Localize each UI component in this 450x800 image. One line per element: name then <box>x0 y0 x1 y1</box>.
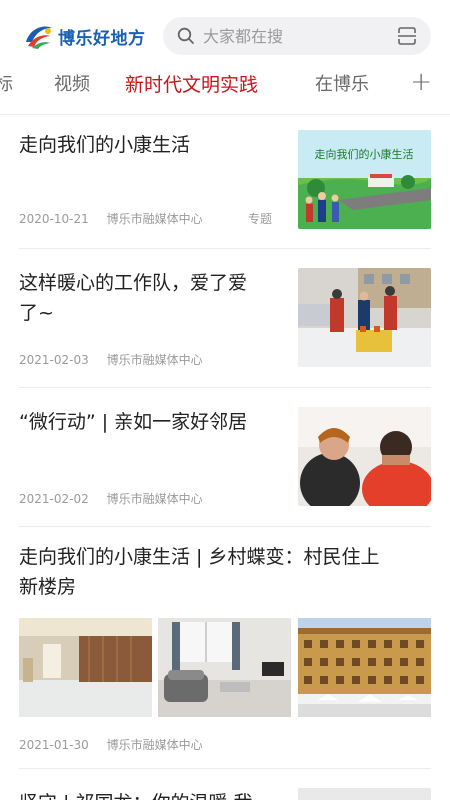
article-thumbnail <box>298 407 431 506</box>
article-image-1 <box>19 618 152 717</box>
scan-icon[interactable] <box>397 26 417 46</box>
article-date: 2021-02-03 <box>19 353 89 367</box>
article-meta: 2020-10-21 博乐市融媒体中心 <box>19 210 217 227</box>
article-meta: 2021-01-30 博乐市融媒体中心 <box>19 736 217 753</box>
article-image-2 <box>158 618 291 717</box>
article-title-line1: 这样暖心的工作队，爱了爱 <box>19 272 248 294</box>
article-source: 博乐市融媒体中心 <box>106 738 203 752</box>
tabs-divider <box>0 114 450 115</box>
article-image-3 <box>298 618 431 717</box>
article-meta: 2021-02-03 博乐市融媒体中心 <box>19 351 217 368</box>
article-thumbnail: 走向我们的小康生活 <box>298 130 431 229</box>
logo-text: 博乐好地方 <box>58 28 146 49</box>
article-meta: 2021-02-02 博乐市融媒体中心 <box>19 490 217 507</box>
add-tab-button[interactable]: + <box>410 67 432 97</box>
tab-partial[interactable]: 标 <box>0 70 13 96</box>
search-input[interactable] <box>203 26 373 46</box>
article-source: 博乐市融媒体中心 <box>106 492 203 506</box>
article-thumbnail <box>298 788 431 800</box>
list-item[interactable]: “微行动” | 亲如一家好邻居 2021-02-02 博乐市融媒体中心 <box>0 389 450 527</box>
tab-video[interactable]: 视频 <box>54 70 90 96</box>
app-header: 博乐好地方 <box>0 0 450 68</box>
article-title-line2: 新楼房 <box>19 576 77 598</box>
tab-in-bole[interactable]: 在博乐 <box>315 70 369 96</box>
list-item[interactable]: 走向我们的小康生活 2020-10-21 博乐市融媒体中心 专题 走向我们的小康… <box>0 116 450 250</box>
article-date: 2021-01-30 <box>19 738 89 752</box>
article-date: 2021-02-02 <box>19 492 89 506</box>
article-source: 博乐市融媒体中心 <box>106 353 203 367</box>
article-title: “微行动” | 亲如一家好邻居 <box>19 411 248 433</box>
search-icon <box>177 27 194 44</box>
list-item[interactable]: 这样暖心的工作队，爱了爱 了~ 2021-02-03 博乐市融媒体中心 <box>0 250 450 388</box>
article-thumbnail <box>298 268 431 367</box>
channel-tabs: 标 视频 新时代文明实践 在博乐 + <box>0 67 450 102</box>
article-title-line1: 走向我们的小康生活 | 乡村蝶变：村民住上 <box>19 546 380 568</box>
thumbnail-caption: 走向我们的小康生活 <box>315 147 414 161</box>
list-item[interactable]: 走向我们的小康生活 | 乡村蝶变：村民住上 新楼房 2021-01-30 博乐市… <box>0 528 450 768</box>
divider <box>19 526 431 527</box>
app-logo[interactable]: 博乐好地方 <box>22 20 146 52</box>
article-tag: 专题 <box>248 212 273 226</box>
divider <box>19 248 431 249</box>
article-date: 2020-10-21 <box>19 212 89 226</box>
search-bar[interactable] <box>163 17 431 55</box>
tab-civilization-practice[interactable]: 新时代文明实践 <box>125 70 258 97</box>
logo-icon <box>22 22 56 50</box>
divider <box>19 768 431 769</box>
article-title: 坚守 | 祁国龙：你的温暖 我 <box>19 788 253 800</box>
article-title: 走向我们的小康生活 <box>19 134 191 156</box>
article-title-line2: 了~ <box>19 302 54 324</box>
list-item[interactable]: 坚守 | 祁国龙：你的温暖 我 <box>0 770 450 800</box>
divider <box>19 387 431 388</box>
article-source: 博乐市融媒体中心 <box>106 212 203 226</box>
